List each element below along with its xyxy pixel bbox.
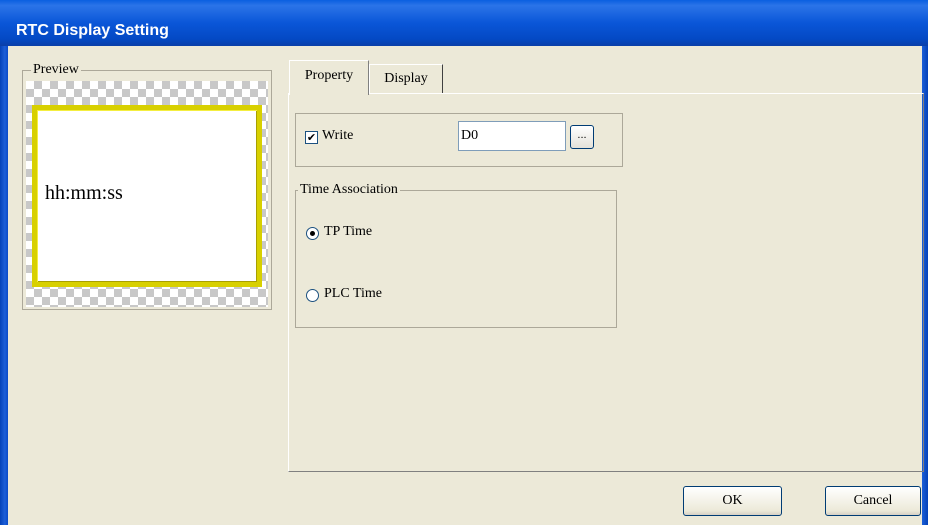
preview-label: Preview (31, 62, 81, 78)
rtc-preview-text: hh:mm:ss (45, 182, 123, 204)
title-bar[interactable]: RTC Display Setting (0, 0, 928, 46)
tp-time-label: TP Time (324, 224, 373, 239)
tab-display[interactable]: Display (369, 64, 443, 94)
tp-time-radio[interactable] (306, 227, 319, 240)
plc-time-radio[interactable] (306, 289, 319, 302)
write-label: Write (322, 128, 354, 143)
rtc-display-setting-dialog: RTC Display Setting Preview hh:mm:ss Pro… (0, 0, 928, 525)
time-association-group: Time Association (295, 182, 617, 328)
rtc-preview-object: hh:mm:ss (32, 105, 262, 287)
cancel-button[interactable]: Cancel (825, 486, 921, 516)
write-address-input[interactable]: D0 (458, 121, 566, 151)
ok-button[interactable]: OK (683, 486, 782, 516)
window-frame-left (0, 46, 8, 525)
tab-property[interactable]: Property (289, 60, 369, 95)
time-association-label: Time Association (298, 182, 400, 198)
write-checkbox[interactable]: ✔ (305, 131, 318, 144)
address-browse-button[interactable]: ... (570, 125, 594, 149)
radio-selected-dot (310, 231, 315, 236)
preview-group: Preview hh:mm:ss (22, 62, 272, 310)
plc-time-label: PLC Time (324, 286, 382, 301)
preview-canvas: hh:mm:ss (26, 81, 268, 307)
window-title: RTC Display Setting (16, 22, 169, 39)
